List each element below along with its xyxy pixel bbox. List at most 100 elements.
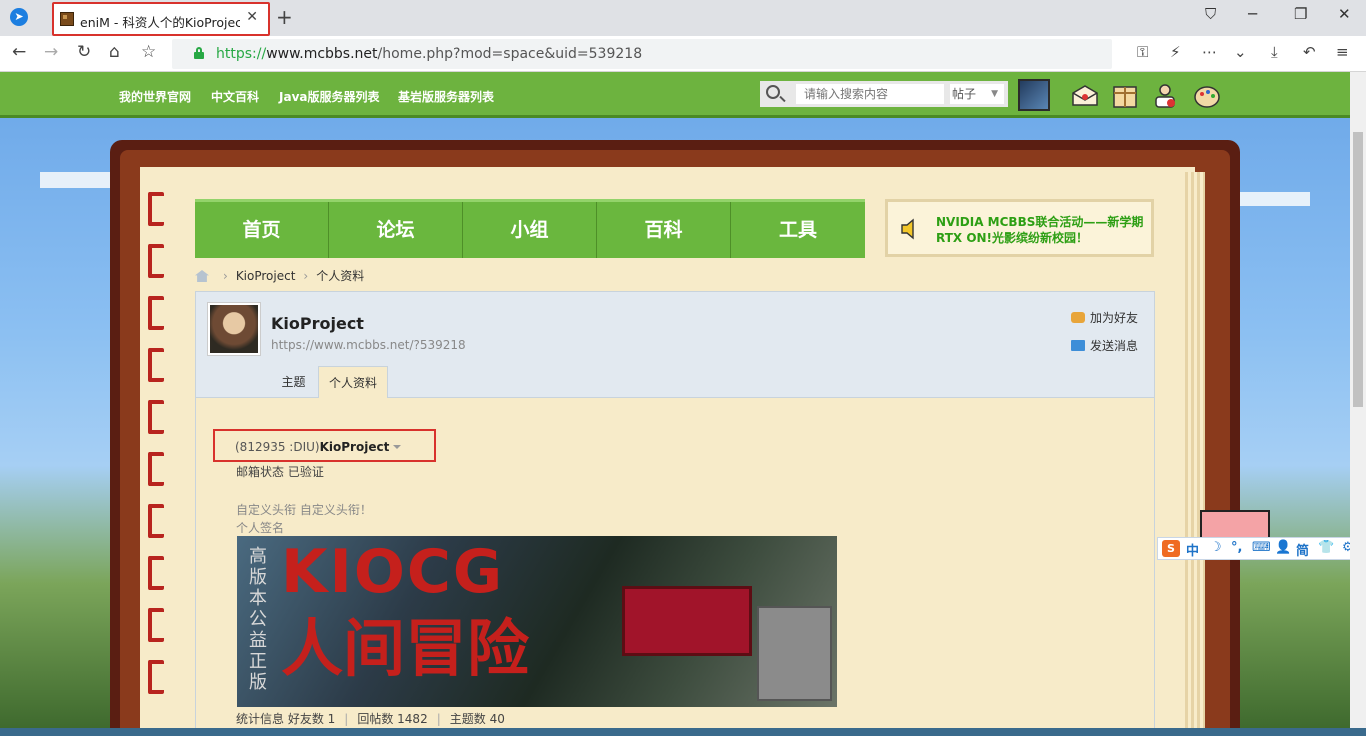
add-friend-icon — [1070, 312, 1085, 323]
favorites-icon[interactable]: ☆ — [141, 42, 156, 62]
search-input[interactable] — [796, 84, 944, 104]
speaker-icon — [901, 218, 914, 240]
home-icon[interactable] — [195, 270, 209, 282]
back-icon[interactable]: ← — [12, 42, 26, 62]
ime-punct-icon[interactable]: °, — [1231, 540, 1242, 555]
binding-ring — [148, 608, 164, 642]
binding-ring — [148, 660, 164, 694]
search-type-select[interactable]: 帖子 ▼ — [950, 84, 1004, 104]
signature-label: 个人签名 — [236, 521, 285, 535]
binding-ring — [148, 192, 164, 226]
mainnav-tools[interactable]: 工具 — [731, 202, 865, 258]
ime-simplified[interactable]: 简 — [1296, 540, 1309, 559]
address-bar: ← → ↻ ⌂ ☆ https://www.mcbbs.net/home.php… — [0, 36, 1366, 72]
lightning-icon[interactable]: ⚡ — [1170, 43, 1181, 61]
minimize-button[interactable]: ─ — [1248, 5, 1257, 23]
breadcrumb-user[interactable]: KioProject — [236, 269, 296, 283]
shirt-skin-icon[interactable]: ⛉ — [1205, 5, 1216, 23]
cloud-decoration — [40, 172, 120, 188]
binding-ring — [148, 400, 164, 434]
tab-title: eniM - 科资人个的KioProject — [80, 15, 240, 30]
tab-profile[interactable]: 个人资料 — [318, 366, 388, 399]
profile-avatar[interactable] — [207, 302, 261, 356]
profile-url[interactable]: https://www.mcbbs.net/?539218 — [271, 338, 466, 352]
banner-title: KIOCG — [281, 537, 505, 607]
profile-icon[interactable] — [1150, 81, 1180, 111]
banner-house — [622, 586, 752, 656]
notice-text: NVIDIA MCBBS联合活动——新学期RTX ON!光影缤纷新校园！ — [936, 215, 1144, 245]
stat-threads[interactable]: 主题数 40 — [450, 712, 505, 726]
add-friend-button[interactable]: 加为好友 — [1070, 309, 1138, 326]
ime-logo-icon[interactable]: S — [1162, 540, 1180, 557]
new-tab-button[interactable]: + — [276, 5, 293, 29]
envelope-icon — [1070, 340, 1085, 351]
key-icon[interactable]: ⚿ — [1137, 43, 1148, 61]
mainnav-wiki[interactable]: 百科 — [597, 202, 731, 258]
uid-line[interactable]: (812935 :DIU)KioProject — [235, 440, 402, 454]
send-message-button[interactable]: 发送消息 — [1070, 337, 1138, 354]
page-viewport: 我的世界官网 中文百科 Java版服务器列表 基岩版服务器列表 帖子▼ 首页 — [0, 72, 1350, 728]
pig-decoration — [1200, 510, 1270, 540]
browser-tab-active[interactable]: eniM - 科资人个的KioProject ✕ — [52, 2, 270, 36]
mainnav-group[interactable]: 小组 — [463, 202, 597, 258]
profile-name[interactable]: KioProject — [271, 314, 364, 333]
ime-skin-icon[interactable]: 👕 — [1318, 540, 1334, 555]
home-icon[interactable]: ⌂ — [109, 42, 120, 62]
menu-icon[interactable]: ≡ — [1336, 43, 1349, 61]
site-top-nav: 我的世界官网 中文百科 Java版服务器列表 基岩版服务器列表 帖子▼ — [0, 72, 1350, 118]
topnav-link-java-servers[interactable]: Java版服务器列表 — [279, 88, 379, 105]
search-icon[interactable] — [766, 85, 780, 99]
binding-ring — [148, 244, 164, 278]
page-scrollbar[interactable] — [1350, 72, 1366, 728]
url-text: https://www.mcbbs.net/home.php?mod=space… — [216, 46, 643, 62]
binding-ring — [148, 556, 164, 590]
chevron-down-icon[interactable]: ⌄ — [1234, 43, 1247, 61]
browser-logo-icon[interactable]: ➤ — [10, 8, 28, 26]
main-nav: 首页 论坛 小组 百科 工具 — [195, 199, 865, 258]
topnav-link-bedrock-servers[interactable]: 基岩版服务器列表 — [398, 88, 494, 105]
url-field[interactable]: https://www.mcbbs.net/home.php?mod=space… — [172, 39, 1112, 69]
forward-icon[interactable]: → — [44, 42, 58, 62]
mainnav-home[interactable]: 首页 — [195, 202, 329, 258]
browser-tab-bar: ➤ eniM - 科资人个的KioProject ✕ + ⛉ ─ ❐ ✕ — [0, 0, 1366, 36]
minecraft-favicon-icon — [60, 12, 74, 26]
profile-header: KioProject https://www.mcbbs.net/?539218… — [195, 291, 1155, 399]
caret-down-icon — [393, 445, 402, 449]
stat-replies[interactable]: 回帖数 1482 — [357, 712, 427, 726]
ime-keyboard-icon[interactable]: ⌨ — [1252, 540, 1271, 555]
banner-stone-block — [757, 606, 832, 701]
book-binding — [148, 192, 166, 728]
crate-icon[interactable] — [1110, 81, 1140, 111]
breadcrumb-current: 个人资料 — [316, 269, 365, 283]
ime-lang-chinese[interactable]: 中 — [1186, 540, 1199, 559]
ime-user-icon[interactable]: 👤 — [1275, 540, 1291, 555]
undo-icon[interactable]: ↶ — [1303, 43, 1316, 61]
banner-subtitle: 人间冒险 — [281, 612, 530, 685]
tab-close-icon[interactable]: ✕ — [246, 9, 258, 25]
signature-banner-image: 高版本公益正版 KIOCG 人间冒险 — [237, 536, 837, 707]
binding-ring — [148, 452, 164, 486]
ime-moon-icon[interactable]: ☽ — [1210, 540, 1222, 555]
custom-title: 自定义头衔 自定义头衔！ — [236, 503, 372, 517]
more-icon[interactable]: ⋯ — [1202, 43, 1217, 61]
scrollbar-thumb[interactable] — [1353, 132, 1363, 407]
notice-banner[interactable]: NVIDIA MCBBS联合活动——新学期RTX ON!光影缤纷新校园！ — [885, 199, 1154, 257]
os-taskbar — [0, 728, 1366, 736]
topnav-link-wiki[interactable]: 中文百科 — [211, 88, 259, 105]
stat-friends[interactable]: 好友数 1 — [288, 712, 335, 726]
mail-icon[interactable] — [1070, 81, 1100, 111]
page-edge-decoration — [1185, 172, 1205, 728]
topnav-link-official[interactable]: 我的世界官网 — [119, 88, 191, 105]
ime-toolbar: S 中 ☽ °, ⌨ 👤 简 👕 ⚙ — [1157, 537, 1365, 560]
maximize-button[interactable]: ❐ — [1294, 5, 1307, 23]
reload-icon[interactable]: ↻ — [77, 42, 91, 62]
user-avatar[interactable] — [1018, 79, 1050, 111]
download-icon[interactable]: ⤓ — [1271, 43, 1278, 61]
banner-side-text: 高版本公益正版 — [249, 546, 267, 693]
binding-ring — [148, 504, 164, 538]
palette-icon[interactable] — [1192, 81, 1222, 111]
lock-icon — [194, 47, 204, 59]
mainnav-forum[interactable]: 论坛 — [329, 202, 463, 258]
close-window-button[interactable]: ✕ — [1338, 5, 1351, 23]
tab-threads[interactable]: 主题 — [271, 366, 316, 399]
